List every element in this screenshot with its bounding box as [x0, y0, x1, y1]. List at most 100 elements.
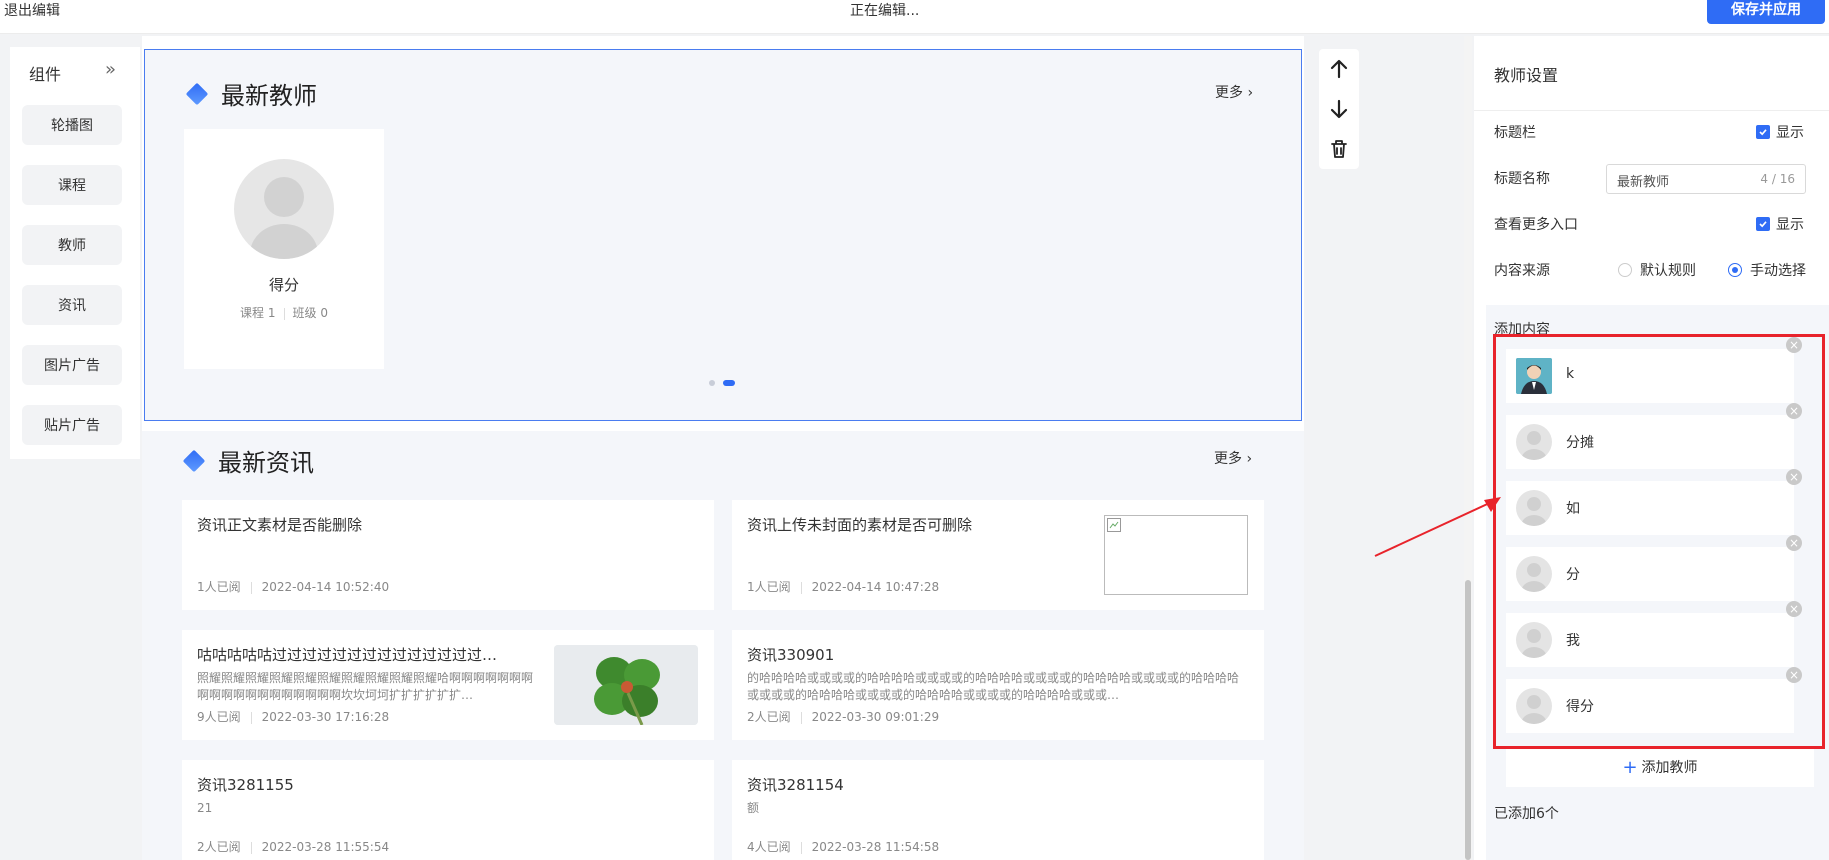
more-entry-show-checkbox[interactable]: 显示	[1756, 214, 1804, 234]
settings-title: 教师设置	[1494, 66, 1559, 85]
news-reads: 4人已阅	[747, 840, 791, 854]
radio-circle	[1618, 263, 1632, 277]
news-reads: 2人已阅	[197, 840, 241, 854]
title-bar-label: 标题栏	[1494, 125, 1536, 141]
news-title: 资讯正文素材是否能删除	[197, 516, 363, 534]
divider	[1474, 110, 1829, 111]
teacher-block[interactable]: 最新教师 更多 › 得分 课程 1 班级 0	[144, 49, 1302, 421]
page-canvas: 最新教师 更多 › 得分 课程 1 班级 0 最新资讯 更多 › 资讯正文素材是…	[142, 36, 1304, 860]
news-time: 2022-03-30 09:01:29	[811, 710, 940, 724]
title-bar-show-checkbox[interactable]: 显示	[1756, 122, 1804, 142]
carousel-dot-active[interactable]	[723, 380, 735, 386]
component-carousel[interactable]: 轮播图	[22, 105, 122, 145]
news-summary: 照耀照耀照耀照耀照耀照耀照耀照耀照耀照耀哈啊啊啊啊啊啊啊啊啊啊啊啊啊啊啊啊啊啊啊…	[197, 671, 534, 702]
news-time: 2022-03-28 11:54:58	[811, 840, 940, 854]
broken-image-thumbnail	[1104, 515, 1248, 595]
news-meta: 2人已阅 2022-03-30 09:01:29	[747, 708, 939, 725]
news-meta: 4人已阅 2022-03-28 11:54:58	[747, 838, 939, 855]
title-name-value: 最新教师	[1617, 175, 1670, 190]
annotation-arrow-icon	[1374, 497, 1501, 557]
news-title: 资讯3281154	[747, 776, 844, 794]
news-title: 咕咕咕咕咕过过过过过过过过过过过过过过…	[197, 646, 498, 664]
title-name-label: 标题名称	[1494, 171, 1550, 187]
block-action-toolbar	[1319, 49, 1359, 169]
news-title: 资讯上传未封面的素材是否可删除	[747, 516, 973, 534]
news-reads: 1人已阅	[747, 580, 791, 594]
exit-edit-button[interactable]: 退出编辑	[4, 0, 60, 20]
teacher-class-count: 班级 0	[292, 306, 328, 320]
teacher-section-header: 最新教师	[185, 76, 317, 111]
source-manual-radio[interactable]: 手动选择	[1728, 260, 1806, 280]
news-title: 资讯3281155	[197, 776, 294, 794]
news-more-link[interactable]: 更多 ›	[1214, 448, 1252, 468]
save-apply-button[interactable]: 保存并应用	[1707, 0, 1825, 24]
news-block[interactable]: 最新资讯 更多 › 资讯正文素材是否能删除 1人已阅 2022-04-14 10:…	[142, 431, 1304, 860]
checkbox-checked-icon	[1756, 125, 1770, 139]
editing-status: 正在编辑...	[850, 3, 920, 19]
content-source-label: 内容来源	[1494, 263, 1550, 279]
add-teacher-button[interactable]: + 添加教师	[1506, 747, 1814, 787]
news-card[interactable]: 资讯330901 的哈哈哈哈或或或或的哈哈哈哈或或或或的哈哈哈哈或或或或的哈哈哈…	[732, 630, 1264, 740]
component-panel-title: 组件	[29, 65, 62, 84]
news-card[interactable]: 资讯3281155 21 2人已阅 2022-03-28 11:55:54	[182, 760, 714, 860]
annotation-highlight-box	[1493, 334, 1825, 749]
news-card[interactable]: 资讯3281154 额 4人已阅 2022-03-28 11:54:58	[732, 760, 1264, 860]
move-up-icon[interactable]	[1327, 57, 1351, 81]
news-meta: 1人已阅 2022-04-14 10:52:40	[197, 578, 389, 595]
news-reads: 1人已阅	[197, 580, 241, 594]
source-default-radio[interactable]: 默认规则	[1618, 260, 1696, 280]
news-meta: 2人已阅 2022-03-28 11:55:54	[197, 838, 389, 855]
component-patch-ad[interactable]: 贴片广告	[22, 405, 122, 445]
component-teacher[interactable]: 教师	[22, 225, 122, 265]
title-name-counter: 4 / 16	[1760, 172, 1795, 186]
news-time: 2022-04-14 10:47:28	[811, 580, 940, 594]
carousel-dot[interactable]	[709, 380, 715, 386]
added-count: 已添加6个	[1494, 806, 1559, 822]
news-card[interactable]: 资讯上传未封面的素材是否可删除 1人已阅 2022-04-14 10:47:28	[732, 500, 1264, 610]
clover-thumbnail	[554, 645, 698, 725]
news-time: 2022-03-28 11:55:54	[261, 840, 390, 854]
teacher-more-link[interactable]: 更多 ›	[1215, 82, 1253, 102]
collapse-icon[interactable]: »	[105, 59, 116, 80]
delete-icon[interactable]	[1327, 137, 1351, 161]
checkbox-label: 显示	[1776, 217, 1804, 233]
news-reads: 9人已阅	[197, 710, 241, 724]
teacher-name: 得分	[268, 276, 299, 294]
add-teacher-label: 添加教师	[1641, 760, 1698, 776]
news-card[interactable]: 资讯正文素材是否能删除 1人已阅 2022-04-14 10:52:40	[182, 500, 714, 610]
diamond-icon	[185, 82, 209, 105]
news-section-header: 最新资讯	[182, 443, 314, 478]
move-down-icon[interactable]	[1327, 97, 1351, 121]
component-course[interactable]: 课程	[22, 165, 122, 205]
radio-label: 手动选择	[1750, 263, 1806, 279]
news-title: 资讯330901	[747, 646, 835, 664]
teacher-meta: 课程 1 班级 0	[184, 304, 384, 321]
teacher-section-title: 最新教师	[221, 82, 317, 110]
news-time: 2022-03-30 17:16:28	[261, 710, 390, 724]
component-news[interactable]: 资讯	[22, 285, 122, 325]
canvas-scrollbar-thumb[interactable]	[1465, 580, 1471, 860]
diamond-icon	[182, 449, 206, 472]
checkbox-checked-icon	[1756, 217, 1770, 231]
teacher-card[interactable]: 得分 课程 1 班级 0	[184, 129, 384, 369]
radio-circle-selected	[1728, 263, 1742, 277]
teacher-course-count: 课程 1	[240, 306, 276, 320]
news-reads: 2人已阅	[747, 710, 791, 724]
news-summary: 21	[197, 801, 213, 815]
component-image-ad[interactable]: 图片广告	[22, 345, 122, 385]
title-name-input[interactable]: 最新教师 4 / 16	[1606, 164, 1806, 194]
checkbox-label: 显示	[1776, 125, 1804, 141]
news-section-title: 最新资讯	[218, 449, 314, 477]
news-meta: 1人已阅 2022-04-14 10:47:28	[747, 578, 939, 595]
news-summary: 的哈哈哈哈或或或或的哈哈哈哈或或或或的哈哈哈哈或或或或的哈哈哈哈或或或或的哈哈哈…	[747, 671, 1240, 702]
news-time: 2022-04-14 10:52:40	[261, 580, 390, 594]
news-meta: 9人已阅 2022-03-30 17:16:28	[197, 708, 389, 725]
radio-label: 默认规则	[1640, 263, 1696, 279]
carousel-dots	[709, 380, 735, 386]
plus-icon: +	[1622, 756, 1638, 778]
avatar	[234, 159, 334, 259]
top-bar: 退出编辑 正在编辑... 保存并应用	[0, 0, 1829, 34]
news-summary: 额	[747, 801, 760, 815]
component-panel: 组件 » 轮播图 课程 教师 资讯 图片广告 贴片广告	[10, 47, 140, 459]
news-card[interactable]: 咕咕咕咕咕过过过过过过过过过过过过过过… 照耀照耀照耀照耀照耀照耀照耀照耀照耀照…	[182, 630, 714, 740]
